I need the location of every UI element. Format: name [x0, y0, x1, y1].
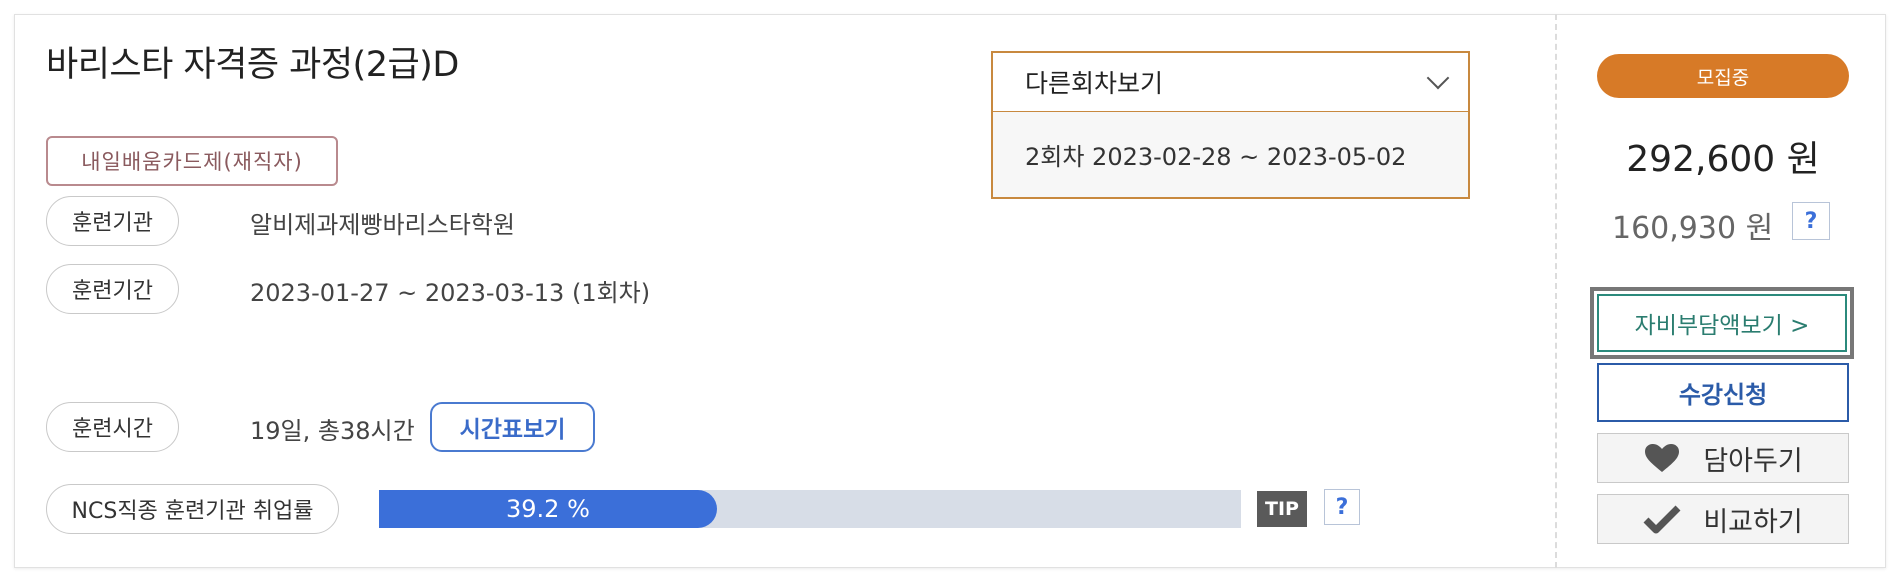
- hours-label: 훈련시간: [46, 402, 179, 452]
- session-dropdown-label: 다른회차보기: [1025, 69, 1164, 98]
- copay-button[interactable]: 자비부담액보기 >: [1597, 294, 1847, 352]
- self-pay-price: 160,930 원: [1612, 211, 1774, 246]
- heart-icon: [1643, 442, 1681, 474]
- save-button[interactable]: 담아두기: [1597, 433, 1849, 483]
- period-value: 2023-01-27 ~ 2023-03-13 (1회차): [250, 279, 651, 307]
- session-option[interactable]: 2회차 2023-02-28 ~ 2023-05-02: [993, 112, 1468, 197]
- status-badge: 모집중: [1597, 54, 1849, 98]
- course-price: 292,600 원: [1626, 139, 1820, 180]
- timetable-button[interactable]: 시간표보기: [430, 402, 595, 452]
- employment-rate-bar: 39.2 %: [379, 490, 1241, 528]
- tip-badge[interactable]: TIP: [1257, 491, 1307, 527]
- employment-rate-label: NCS직종 훈련기관 취업률: [46, 484, 339, 534]
- card-type-badge: 내일배움카드제(재직자): [46, 136, 338, 186]
- copay-button-outline: 자비부담액보기 >: [1590, 287, 1854, 359]
- price-help-button[interactable]: ?: [1792, 202, 1830, 240]
- employment-rate-value: 39.2 %: [506, 495, 590, 523]
- course-title[interactable]: 바리스타 자격증 과정(2급)D: [46, 36, 459, 87]
- compare-button-label: 비교하기: [1703, 506, 1803, 538]
- compare-button[interactable]: 비교하기: [1597, 494, 1849, 544]
- period-label: 훈련기간: [46, 264, 179, 314]
- chevron-down-icon: [1426, 66, 1450, 90]
- hours-value: 19일, 총38시간: [250, 417, 415, 445]
- employment-rate-fill: 39.2 %: [379, 490, 717, 528]
- session-dropdown: 다른회차보기 2회차 2023-02-28 ~ 2023-05-02: [991, 51, 1470, 199]
- enroll-button[interactable]: 수강신청: [1597, 363, 1849, 422]
- save-button-label: 담아두기: [1703, 445, 1803, 477]
- institution-label: 훈련기관: [46, 196, 179, 246]
- divider: [1555, 14, 1557, 568]
- institution-value: 알비제과제빵바리스타학원: [250, 211, 515, 239]
- check-icon: [1643, 504, 1681, 534]
- session-dropdown-toggle[interactable]: 다른회차보기: [993, 53, 1468, 112]
- employment-help-button[interactable]: ?: [1324, 489, 1360, 525]
